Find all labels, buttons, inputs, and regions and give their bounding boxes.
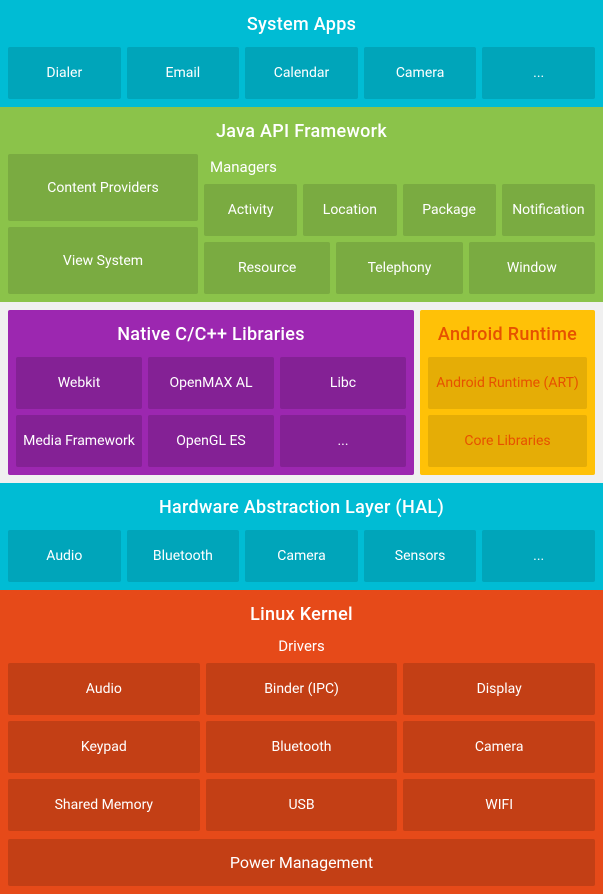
hal-title: Hardware Abstraction Layer (HAL)	[8, 491, 595, 524]
telephony-cell: Telephony	[336, 242, 462, 294]
hal-layer: Hardware Abstraction Layer (HAL) Audio B…	[0, 483, 603, 590]
bluetooth-driver-cell: Bluetooth	[206, 721, 398, 773]
java-api-inner: Content Providers View System Managers A…	[8, 154, 595, 294]
system-apps-title: System Apps	[8, 8, 595, 41]
package-cell: Package	[403, 184, 496, 236]
java-api-title: Java API Framework	[8, 115, 595, 148]
resource-cell: Resource	[204, 242, 330, 294]
managers-title: Managers	[204, 154, 595, 178]
email-cell: Email	[127, 47, 240, 99]
runtime-layer: Android Runtime Android Runtime (ART) Co…	[420, 310, 595, 475]
java-right-section: Managers Activity Location Package Notif…	[204, 154, 595, 294]
audio-driver-cell: Audio	[8, 663, 200, 715]
binder-driver-cell: Binder (IPC)	[206, 663, 398, 715]
drivers-row3: Shared Memory USB WIFI	[8, 779, 595, 831]
drivers-row1: Audio Binder (IPC) Display	[8, 663, 595, 715]
system-apps-row: Dialer Email Calendar Camera ...	[8, 47, 595, 99]
native-row2: Media Framework OpenGL ES ...	[16, 415, 406, 467]
managers-row2: Resource Telephony Window	[204, 242, 595, 294]
native-layer: Native C/C++ Libraries Webkit OpenMAX AL…	[8, 310, 414, 475]
usb-driver-cell: USB	[206, 779, 398, 831]
libc-cell: Libc	[280, 357, 406, 409]
openmax-cell: OpenMAX AL	[148, 357, 274, 409]
wifi-driver-cell: WIFI	[403, 779, 595, 831]
art-cell: Android Runtime (ART)	[428, 357, 587, 409]
hal-row: Audio Bluetooth Camera Sensors ...	[8, 530, 595, 582]
camera-cell: Camera	[364, 47, 477, 99]
dialer-cell: Dialer	[8, 47, 121, 99]
window-cell: Window	[469, 242, 595, 294]
drivers-row2: Keypad Bluetooth Camera	[8, 721, 595, 773]
media-framework-cell: Media Framework	[16, 415, 142, 467]
managers-row1: Activity Location Package Notification	[204, 184, 595, 236]
java-api-layer: Java API Framework Content Providers Vie…	[0, 107, 603, 302]
camera-driver-cell: Camera	[403, 721, 595, 773]
hal-more-cell: ...	[482, 530, 595, 582]
system-apps-layer: System Apps Dialer Email Calendar Camera…	[0, 0, 603, 107]
location-cell: Location	[303, 184, 396, 236]
display-driver-cell: Display	[403, 663, 595, 715]
java-left-section: Content Providers View System	[8, 154, 198, 294]
view-system-cell: View System	[8, 227, 198, 294]
core-libraries-cell: Core Libraries	[428, 415, 587, 467]
linux-title: Linux Kernel	[8, 598, 595, 631]
content-providers-cell: Content Providers	[8, 154, 198, 221]
runtime-title: Android Runtime	[428, 318, 587, 351]
native-more-cell: ...	[280, 415, 406, 467]
webkit-cell: Webkit	[16, 357, 142, 409]
more-cell: ...	[482, 47, 595, 99]
drivers-title: Drivers	[8, 637, 595, 657]
shared-memory-driver-cell: Shared Memory	[8, 779, 200, 831]
notification-cell: Notification	[502, 184, 595, 236]
linux-layer: Linux Kernel Drivers Audio Binder (IPC) …	[0, 590, 603, 894]
native-row1: Webkit OpenMAX AL Libc	[16, 357, 406, 409]
native-runtime-wrapper: Native C/C++ Libraries Webkit OpenMAX AL…	[0, 302, 603, 483]
hal-audio-cell: Audio	[8, 530, 121, 582]
power-management-cell: Power Management	[8, 839, 595, 886]
native-title: Native C/C++ Libraries	[16, 318, 406, 351]
calendar-cell: Calendar	[245, 47, 358, 99]
activity-cell: Activity	[204, 184, 297, 236]
keypad-driver-cell: Keypad	[8, 721, 200, 773]
hal-bluetooth-cell: Bluetooth	[127, 530, 240, 582]
hal-camera-cell: Camera	[245, 530, 358, 582]
opengl-cell: OpenGL ES	[148, 415, 274, 467]
hal-sensors-cell: Sensors	[364, 530, 477, 582]
